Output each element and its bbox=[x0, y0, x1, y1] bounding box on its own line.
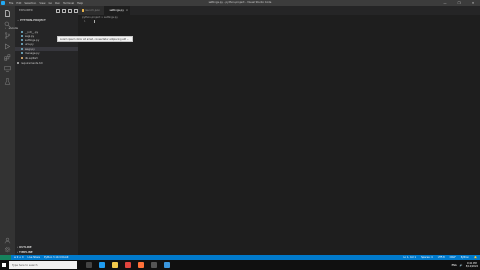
editor-tabs: launch.json settings.py × bbox=[78, 6, 480, 15]
tab-label: launch.json bbox=[85, 9, 100, 12]
windows-logo-icon bbox=[1, 262, 7, 268]
language-status[interactable]: Python bbox=[461, 256, 469, 259]
menu-help[interactable]: Help bbox=[77, 2, 83, 5]
notifications-icon[interactable]: 🔔 bbox=[474, 256, 477, 259]
python-file-icon bbox=[21, 47, 24, 51]
account-icon[interactable] bbox=[4, 237, 11, 244]
vscode-app-icon[interactable] bbox=[99, 262, 105, 268]
extensions-icon[interactable] bbox=[4, 54, 11, 61]
clock-date: 5/12/2022 bbox=[465, 265, 478, 268]
menu-selection[interactable]: Selection bbox=[24, 2, 36, 5]
tab-settings-py[interactable]: settings.py × bbox=[104, 6, 130, 15]
text-cursor bbox=[94, 20, 95, 23]
tree-item-file[interactable]: urls.py bbox=[21, 42, 34, 46]
workspace-section-header[interactable]: ⌄ PYTHON-PROJECT bbox=[17, 19, 46, 22]
outline-section-header[interactable]: › OUTLINE bbox=[17, 246, 32, 249]
indentation-status[interactable]: Spaces: 4 bbox=[421, 256, 433, 259]
timeline-label: TIMELINE bbox=[18, 251, 33, 254]
interpreter-status[interactable]: Python 3.10.4 64-bit bbox=[44, 256, 68, 259]
refresh-icon[interactable] bbox=[68, 9, 72, 13]
explorer-icon[interactable] bbox=[4, 10, 11, 17]
tree-item-label: urls.py bbox=[24, 42, 34, 46]
tree-item-label: db.sqlite3 bbox=[24, 56, 38, 60]
menu-bar: File Edit Selection View Go Run Terminal… bbox=[9, 2, 83, 5]
tree-item-label: requirements.txt bbox=[20, 61, 43, 65]
taskbar-search-box[interactable]: Type here to search bbox=[9, 261, 77, 269]
status-left: ⊗ 0 ⚠ 0 Live Share Python 3.10.4 64-bit bbox=[14, 256, 68, 259]
activity-bar bbox=[0, 6, 15, 255]
firefox-icon[interactable] bbox=[138, 262, 144, 268]
python-file-icon bbox=[21, 38, 24, 42]
editor-area[interactable] bbox=[78, 15, 480, 255]
encoding-status[interactable]: UTF-8 bbox=[438, 256, 445, 259]
menu-terminal[interactable]: Terminal bbox=[63, 2, 74, 5]
taskbar-apps bbox=[86, 262, 170, 268]
python-file-icon bbox=[21, 42, 24, 46]
taskbar-search-placeholder: Type here to search bbox=[12, 263, 38, 267]
tree-item-vscode-folder[interactable]: › .vscode bbox=[5, 26, 18, 30]
python-file-icon bbox=[21, 30, 24, 34]
python-file-icon bbox=[21, 51, 24, 55]
testing-icon[interactable] bbox=[4, 78, 11, 85]
new-file-icon[interactable] bbox=[56, 9, 60, 13]
vscode-logo-icon bbox=[1, 1, 5, 5]
tree-item-file[interactable]: requirements.txt bbox=[17, 61, 43, 65]
volume-icon[interactable]: 🔊 bbox=[460, 264, 463, 267]
file-explorer-icon[interactable] bbox=[112, 262, 118, 268]
new-folder-icon[interactable] bbox=[62, 9, 66, 13]
menu-run[interactable]: Run bbox=[55, 2, 60, 5]
tree-item-label: manage.py bbox=[24, 51, 40, 55]
tree-item-label: .vscode bbox=[8, 26, 18, 30]
terminal-icon[interactable] bbox=[151, 262, 157, 268]
system-tray: ENG 🔊 9:41 PM 5/12/2022 bbox=[452, 260, 478, 270]
json-file-icon bbox=[82, 9, 84, 12]
settings-app-icon[interactable] bbox=[164, 262, 170, 268]
tree-item-file[interactable]: db.sqlite3 bbox=[21, 56, 38, 60]
line-number: 1 bbox=[84, 20, 86, 23]
run-debug-icon[interactable] bbox=[4, 43, 11, 50]
menu-go[interactable]: Go bbox=[48, 2, 52, 5]
outline-label: OUTLINE bbox=[18, 246, 32, 249]
task-view-icon[interactable] bbox=[86, 262, 92, 268]
live-share-status[interactable]: Live Share bbox=[27, 256, 40, 259]
menu-file[interactable]: File bbox=[9, 2, 13, 5]
language-indicator[interactable]: ENG bbox=[452, 264, 457, 267]
remote-explorer-icon[interactable] bbox=[4, 65, 11, 72]
chevron-right-icon: › bbox=[5, 26, 6, 30]
problems-status[interactable]: ⊗ 0 ⚠ 0 bbox=[14, 256, 23, 259]
tab-label: settings.py bbox=[109, 9, 124, 12]
cursor-position-status[interactable]: Ln 1, Col 1 bbox=[403, 256, 416, 259]
tree-item-file[interactable]: manage.py bbox=[21, 51, 40, 55]
text-file-icon bbox=[17, 61, 20, 65]
menu-edit[interactable]: Edit bbox=[16, 2, 21, 5]
menu-view[interactable]: View bbox=[39, 2, 45, 5]
breadcrumb[interactable]: python-project > settings.py bbox=[82, 16, 118, 19]
chrome-icon[interactable] bbox=[125, 262, 131, 268]
hover-tooltip: Lorem ipsum dolor sit amet, consectetur … bbox=[57, 36, 133, 42]
close-icon[interactable]: × bbox=[126, 9, 128, 12]
tab-launch-json[interactable]: launch.json bbox=[78, 6, 104, 15]
workspace-name: PYTHON-PROJECT bbox=[20, 19, 46, 22]
explorer-actions bbox=[56, 9, 78, 13]
start-button[interactable] bbox=[0, 260, 8, 270]
windows-taskbar: Type here to search bbox=[0, 260, 480, 270]
clock[interactable]: 9:41 PM 5/12/2022 bbox=[466, 262, 478, 268]
timeline-section-header[interactable]: › TIMELINE bbox=[17, 251, 33, 254]
gear-icon[interactable] bbox=[4, 246, 11, 253]
python-file-icon bbox=[21, 34, 24, 38]
sidebar-title: EXPLORER bbox=[19, 9, 33, 12]
database-file-icon bbox=[21, 56, 24, 60]
source-control-icon[interactable] bbox=[4, 32, 11, 39]
eol-status[interactable]: CRLF bbox=[450, 256, 456, 259]
